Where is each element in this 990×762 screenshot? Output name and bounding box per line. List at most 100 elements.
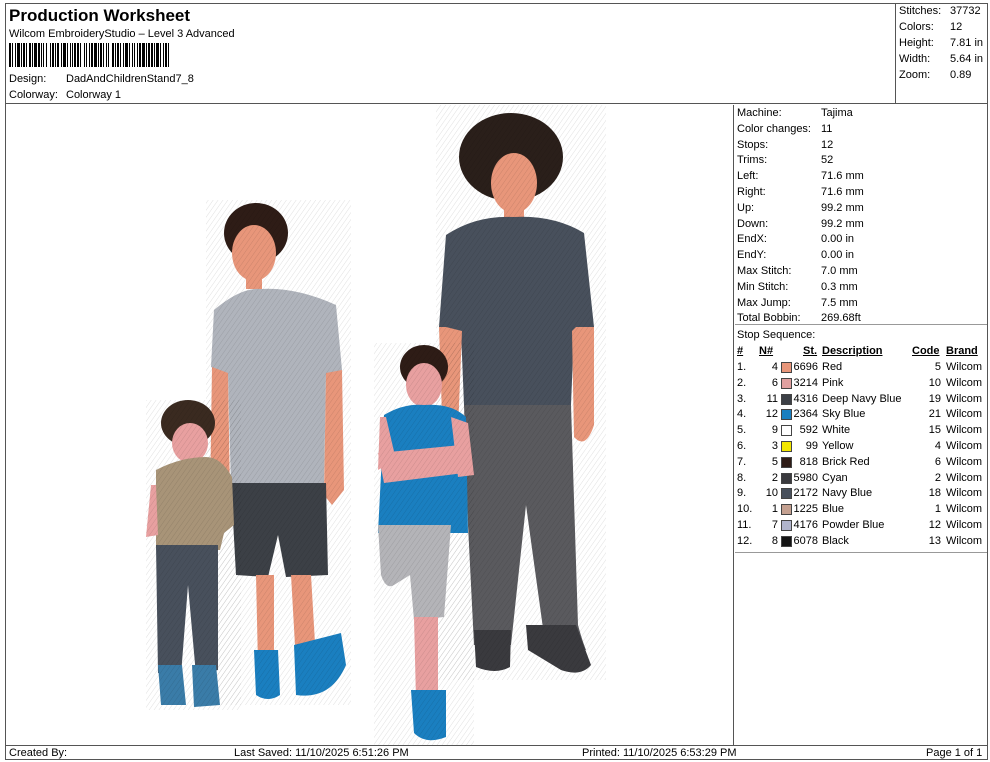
col-needle-header: N# — [759, 345, 774, 357]
info-label: Up: — [737, 201, 755, 214]
cell-description: Brick Red — [822, 455, 870, 468]
color-swatch — [781, 504, 792, 516]
cell-stop: 6. — [737, 440, 747, 452]
color-swatch — [781, 488, 792, 500]
table-row: 6. 3 99 Yellow 4 Wilcom — [735, 440, 987, 455]
cell-code: 15 — [928, 424, 941, 437]
cell-code: 1 — [934, 503, 941, 516]
cell-stop: 12. — [737, 534, 753, 547]
cell-code: 10 — [928, 376, 941, 389]
table-row: 8. 2 5980 Cyan 2 Wilcom — [735, 472, 987, 487]
info-value: 11 — [821, 122, 833, 135]
cell-code: 5 — [934, 361, 941, 373]
cell-code: 6 — [934, 455, 941, 468]
cell-brand: Wilcom — [946, 361, 983, 373]
software-subtitle: Wilcom EmbroideryStudio – Level 3 Advanc… — [9, 28, 235, 40]
col-stitches-header: St. — [803, 345, 818, 357]
info-label: Right: — [737, 186, 766, 198]
info-label: Down: — [737, 217, 769, 230]
info-value: 0.00 in — [821, 249, 855, 262]
cell-stitches: 99 — [805, 440, 818, 452]
stat-label: Width: — [899, 53, 931, 65]
cell-description: White — [822, 424, 851, 437]
cell-brand: Wilcom — [946, 534, 983, 547]
design-preview — [6, 105, 734, 745]
table-divider — [735, 552, 987, 553]
info-label: Machine: — [737, 107, 782, 119]
stat-value: 7.81 in — [950, 37, 984, 49]
cell-needle: 2 — [771, 471, 778, 484]
cell-stop: 3. — [737, 392, 747, 405]
colorway-value: Colorway 1 — [66, 89, 122, 101]
info-label: EndX: — [737, 233, 767, 246]
info-row: Right: 71.6 mm — [737, 186, 864, 198]
cell-description: Deep Navy Blue — [822, 392, 902, 405]
cell-stitches: 818 — [799, 455, 818, 468]
col-stop-header: # — [737, 345, 744, 357]
info-label: Trims: — [737, 154, 768, 167]
info-label: Total Bobbin: — [737, 312, 801, 325]
cell-stitches: 6078 — [793, 534, 818, 547]
cell-needle: 4 — [771, 361, 778, 373]
stat-colors: Colors: 12 — [899, 21, 962, 33]
stat-zoom: Zoom: 0.89 — [899, 69, 971, 81]
page-title: Production Worksheet — [9, 6, 191, 25]
info-value: 52 — [821, 154, 834, 167]
info-value: 7.5 mm — [821, 296, 858, 309]
info-label: Left: — [737, 170, 759, 183]
design-row: Design: DadAndChildrenStand7_8 — [9, 73, 194, 85]
table-row: 12. 8 6078 Black 13 Wilcom — [735, 535, 987, 550]
info-value: 12 — [821, 138, 834, 151]
cell-stop: 10. — [737, 503, 753, 516]
info-label: Min Stitch: — [737, 280, 789, 293]
cell-description: Red — [822, 361, 843, 373]
design-label: Design: — [9, 73, 47, 85]
info-value: 269.68ft — [821, 312, 861, 325]
created-by: Created By: — [9, 747, 68, 759]
stat-width: Width: 5.64 in — [899, 53, 983, 65]
cell-code: 13 — [928, 534, 941, 547]
table-row: 3. 11 4316 Deep Navy Blue 19 Wilcom — [735, 393, 987, 408]
worksheet-frame: Production Worksheet Wilcom EmbroiderySt… — [5, 3, 988, 760]
cell-stitches: 2172 — [793, 487, 818, 500]
stat-height: Height: 7.81 in — [899, 37, 983, 49]
cell-code: 2 — [934, 471, 941, 484]
color-swatch — [781, 535, 792, 547]
cell-needle: 7 — [771, 519, 778, 531]
cell-needle: 11 — [766, 392, 778, 405]
cell-stitches: 3214 — [793, 376, 818, 389]
table-row: 9. 10 2172 Navy Blue 18 Wilcom — [735, 487, 987, 502]
info-value: 0.3 mm — [821, 280, 858, 293]
cell-stop: 9. — [737, 487, 747, 500]
cell-stitches: 592 — [799, 424, 818, 437]
info-label: EndY: — [737, 249, 767, 262]
info-value: Tajima — [821, 107, 853, 119]
table-row: 4. 12 2364 Sky Blue 21 Wilcom — [735, 408, 987, 423]
cell-needle: 5 — [771, 455, 778, 468]
stat-value: 12 — [950, 21, 963, 33]
cell-description: Cyan — [822, 471, 848, 484]
info-row: EndY: 0.00 in — [737, 249, 854, 261]
cell-brand: Wilcom — [946, 455, 983, 468]
barcode — [9, 43, 312, 67]
info-row: Down: 99.2 mm — [737, 218, 864, 230]
cell-brand: Wilcom — [946, 440, 983, 452]
info-value: 7.0 mm — [821, 265, 858, 277]
cell-brand: Wilcom — [946, 471, 983, 484]
figure-toddler — [146, 400, 241, 710]
info-row: Color changes: 11 — [737, 123, 832, 135]
col-code-header: Code — [912, 345, 940, 357]
cell-stitches: 2364 — [793, 408, 818, 421]
cell-stop: 5. — [737, 424, 747, 437]
embroidery-illustration — [146, 105, 606, 745]
stat-label: Zoom: — [899, 69, 931, 81]
cell-brand: Wilcom — [946, 392, 983, 405]
last-saved: Last Saved: 11/10/2025 6:51:26 PM — [234, 747, 409, 759]
col-brand-header: Brand — [946, 345, 978, 357]
info-label: Color changes: — [737, 122, 811, 135]
info-value: 71.6 mm — [821, 186, 864, 198]
colorway-row: Colorway: Colorway 1 — [9, 89, 121, 101]
stat-label: Height: — [899, 37, 934, 49]
info-row: Left: 71.6 mm — [737, 170, 864, 182]
info-label: Max Jump: — [737, 296, 791, 309]
